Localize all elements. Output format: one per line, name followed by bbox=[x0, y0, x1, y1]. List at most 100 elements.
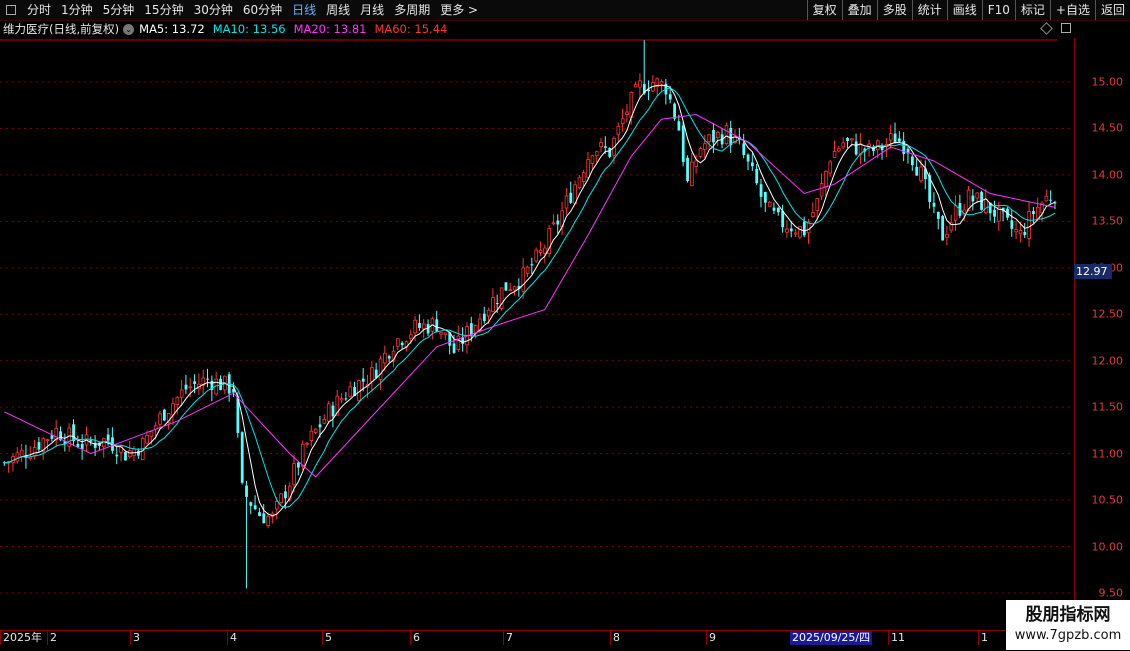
candle-body bbox=[106, 434, 110, 441]
candle-body bbox=[633, 84, 638, 88]
toolbar-button-4[interactable]: 画线 bbox=[946, 0, 982, 20]
candle-body bbox=[620, 118, 625, 125]
candle-body bbox=[297, 462, 300, 468]
candle-body bbox=[936, 211, 940, 219]
candle-body bbox=[422, 323, 426, 330]
candle-body bbox=[495, 303, 499, 305]
candle-body bbox=[158, 413, 162, 425]
candle-body bbox=[819, 183, 824, 197]
candle-body bbox=[668, 94, 672, 100]
date-tick: 4 bbox=[227, 631, 237, 645]
candle-body bbox=[751, 162, 754, 167]
toolbar-button-0[interactable]: 复权 bbox=[806, 0, 842, 20]
period-tab-7[interactable]: 周线 bbox=[321, 0, 355, 20]
date-tick: 9 bbox=[706, 631, 716, 645]
candle-body bbox=[698, 148, 703, 157]
candle-body bbox=[746, 154, 750, 162]
watermark-url: www.7gpzb.com bbox=[1014, 628, 1122, 643]
date-tick: 6 bbox=[410, 631, 420, 645]
candle-body bbox=[193, 381, 197, 384]
candle-body bbox=[975, 192, 980, 199]
candle-body bbox=[396, 338, 400, 347]
candle-body bbox=[491, 297, 495, 312]
candle-body bbox=[326, 403, 331, 422]
candle-body bbox=[32, 447, 37, 457]
candle-body bbox=[318, 424, 322, 428]
candle-body bbox=[469, 323, 473, 335]
candle-body bbox=[262, 513, 266, 524]
period-tab-9[interactable]: 多周期 bbox=[389, 0, 435, 20]
stock-title: 维力医疗(日线,前复权) bbox=[3, 22, 120, 36]
candle-body bbox=[638, 80, 642, 88]
period-toolbar: 分时 1分钟 5分钟 15分钟 30分钟 60分钟 日线 周线 月线 多周期 更多 > 复权 叠加 多股… bbox=[0, 0, 1130, 21]
candle-body bbox=[712, 129, 715, 143]
candle-body bbox=[832, 151, 837, 158]
price-tick: 12.00 bbox=[1091, 354, 1124, 368]
candle-body bbox=[72, 424, 75, 441]
candle-body bbox=[322, 418, 327, 424]
period-tab-0[interactable]: 分时 bbox=[22, 0, 56, 20]
date-axis: 2025/09/25/四 2025年 2 3 4 5 6 7 8 9 11 1 bbox=[0, 630, 1074, 651]
candle-body bbox=[361, 378, 365, 382]
candle-body bbox=[19, 449, 24, 457]
toolbar-button-6[interactable]: 标记 bbox=[1014, 0, 1050, 20]
candle-body bbox=[50, 435, 54, 439]
kline-chart[interactable] bbox=[0, 38, 1074, 630]
candle-body bbox=[443, 332, 448, 336]
candle-body bbox=[305, 442, 309, 445]
ma5-line bbox=[4, 84, 1056, 517]
candle-body bbox=[137, 450, 140, 456]
candle-body bbox=[707, 134, 711, 142]
candle-body bbox=[370, 367, 374, 382]
candle-body bbox=[625, 111, 629, 116]
candle-body bbox=[716, 132, 720, 138]
candle-body bbox=[413, 319, 417, 334]
candle-body bbox=[378, 358, 383, 380]
period-tab-10[interactable]: 更多 > bbox=[435, 0, 483, 20]
toolbar-button-1[interactable]: 叠加 bbox=[841, 0, 877, 20]
period-tab-6[interactable]: 日线 bbox=[287, 0, 321, 20]
current-price-label: 12.97 bbox=[1074, 263, 1112, 279]
price-tick: 11.50 bbox=[1091, 400, 1124, 414]
candle-body bbox=[418, 322, 421, 328]
candle-body bbox=[984, 198, 988, 214]
candle-body bbox=[530, 264, 534, 266]
candle-body bbox=[188, 386, 193, 389]
panel-toggle-icon[interactable] bbox=[1061, 23, 1071, 33]
price-tick: 11.00 bbox=[1091, 447, 1124, 461]
candle-body bbox=[604, 146, 607, 148]
period-tab-5[interactable]: 60分钟 bbox=[238, 0, 287, 20]
toolbar-button-5[interactable]: F10 bbox=[981, 0, 1015, 20]
candle-body bbox=[508, 289, 513, 292]
candle-body bbox=[729, 127, 733, 146]
candle-body bbox=[971, 195, 975, 202]
period-tab-8[interactable]: 月线 bbox=[355, 0, 389, 20]
candle-body bbox=[162, 409, 166, 421]
candle-body bbox=[521, 267, 526, 292]
period-tab-2[interactable]: 5分钟 bbox=[98, 0, 140, 20]
candle-body bbox=[383, 352, 387, 364]
toolbar-button-3[interactable]: 统计 bbox=[911, 0, 947, 20]
candle-body bbox=[802, 221, 806, 236]
price-tick: 15.00 bbox=[1091, 75, 1124, 89]
candle-body bbox=[793, 232, 798, 235]
period-tab-4[interactable]: 30分钟 bbox=[189, 0, 238, 20]
candle-body bbox=[854, 141, 858, 155]
candle-body bbox=[815, 198, 820, 211]
candle-body bbox=[1044, 195, 1049, 202]
ma10-line bbox=[4, 87, 1056, 509]
candle-body bbox=[175, 396, 180, 406]
candle-body bbox=[953, 205, 958, 221]
toolbar-button-8[interactable]: 返回 bbox=[1094, 0, 1130, 20]
period-tab-1[interactable]: 1分钟 bbox=[56, 0, 98, 20]
window-icon[interactable] bbox=[6, 5, 16, 15]
candle-body bbox=[279, 493, 283, 503]
ma20-line bbox=[4, 113, 1056, 478]
toolbar-button-2[interactable]: 多股 bbox=[876, 0, 912, 20]
toolbar-button-7[interactable]: +自选 bbox=[1049, 0, 1095, 20]
candle-body bbox=[15, 452, 20, 462]
candle-body bbox=[127, 450, 132, 458]
dropdown-circle-icon[interactable]: ⌄ bbox=[123, 23, 135, 35]
period-tab-3[interactable]: 15分钟 bbox=[139, 0, 188, 20]
candle-body bbox=[1014, 229, 1018, 233]
